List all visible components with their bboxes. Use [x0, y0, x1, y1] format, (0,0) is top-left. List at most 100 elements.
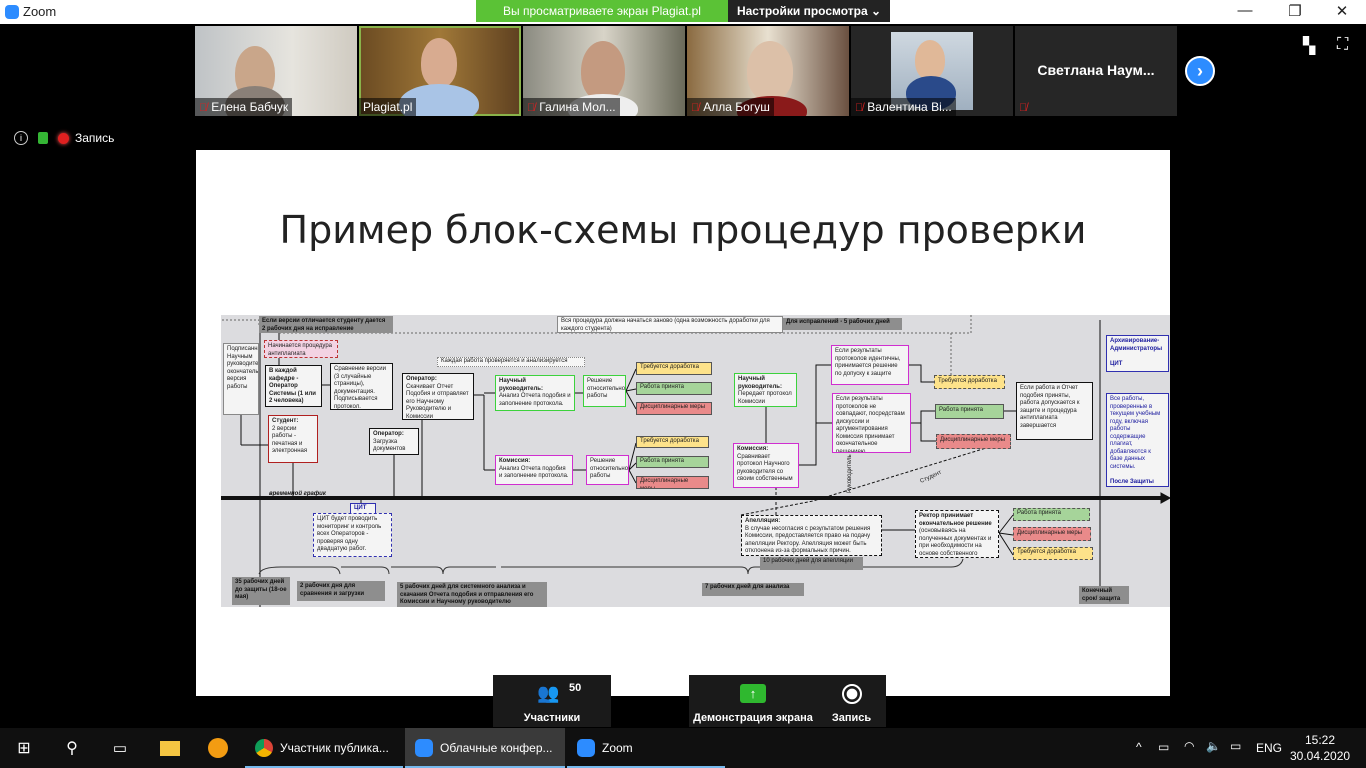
taskbar-item-label: Участник публика... [280, 741, 389, 755]
record-button[interactable]: Запись [817, 675, 886, 727]
share-screen-label: Демонстрация экрана [693, 712, 813, 724]
days-35-label: 35 рабочих дней до защиты (18-ое мая) [232, 577, 290, 605]
participant-name: 🎙̸ Елена Бабчук [195, 98, 293, 116]
days-10-label: 10 рабочих дней для апелляции [760, 557, 863, 570]
wifi-icon[interactable]: ◠ [1184, 739, 1194, 753]
each-work-note: Каждая работа проверяется и анализируетс… [437, 357, 585, 367]
chevron-right-icon: › [1197, 61, 1203, 81]
start-procedure-box: Начинается процедура антиплагиата [264, 340, 338, 358]
tray-chevron-up-icon[interactable]: ^ [1136, 740, 1142, 754]
lock-icon[interactable] [38, 132, 48, 144]
fullscreen-icon[interactable]: ⛶ [1337, 36, 1348, 54]
close-button[interactable]: ✕ [1327, 2, 1357, 20]
participant-name: 🎙̸ Валентина Ві... [851, 98, 956, 116]
video-tile[interactable]: 🎙̸ Алла Богуш [687, 26, 849, 116]
operator-upload-box: Оператор: Загрузка документов [369, 428, 419, 455]
video-tile[interactable]: 🎙̸ Елена Бабчук [195, 26, 357, 116]
task-view-button[interactable]: ▭ [96, 728, 144, 768]
record-label: Запись [831, 712, 872, 724]
muted-mic-icon: 🎙̸ [1019, 102, 1028, 114]
language-indicator[interactable]: ENG [1256, 741, 1282, 755]
file-explorer-button[interactable] [146, 728, 194, 768]
participants-icon: 👥 [537, 683, 560, 703]
notification-icon[interactable]: ▭ [1230, 739, 1241, 753]
zoom-icon [415, 739, 433, 757]
muted-mic-icon: 🎙̸ [691, 102, 700, 114]
muted-mic-icon: 🎙̸ [199, 102, 208, 114]
student-box: Студент: 2 версии работы - печатная и эле… [268, 415, 318, 463]
share-screen-button[interactable]: ↑ Демонстрация экрана [689, 675, 817, 727]
minimize-button[interactable]: — [1230, 2, 1260, 19]
window-titlebar: Zoom Вы просматриваете экран Plagiat.pl … [0, 0, 1366, 24]
taskbar-chrome[interactable]: Участник публика... [245, 728, 403, 768]
zoom-icon [577, 739, 595, 757]
zoom-logo-icon [5, 5, 19, 19]
video-tile[interactable]: 🎙̸ Валентина Ві... [851, 26, 1013, 116]
taskbar-zoom-cloud[interactable]: Облачные конфер... [405, 728, 565, 768]
search-icon: ⚲ [66, 740, 78, 757]
orange-app-icon [208, 738, 228, 758]
windows-logo-icon: ⊞ [17, 740, 31, 757]
video-tile[interactable]: Plagiat.pl [359, 26, 521, 116]
folder-icon [160, 740, 180, 756]
days-7-label: 7 рабочих дней для анализа [702, 583, 804, 596]
supervisor-vertical-label: Руководитель [847, 454, 853, 493]
needs-revision-box: Требуется доработка [1013, 547, 1093, 560]
battery-icon[interactable]: ▭ [1158, 740, 1169, 754]
start-button[interactable]: ⊞ [0, 728, 48, 768]
accepted-box: Работа принята [636, 382, 712, 395]
info-icon[interactable]: i [14, 131, 28, 145]
department-operator-box: В каждой кафедре - Оператор Системы (1 и… [265, 365, 322, 407]
restore-button[interactable]: ❐ [1280, 2, 1310, 20]
rector-box: Ректор принимает окончательное решение (о… [915, 510, 999, 558]
screen-share-banner: Вы просматриваете экран Plagiat.pl [476, 0, 728, 22]
clock-time: 15:22 [1304, 733, 1336, 747]
disciplinary-box: Дисциплинарные меры [636, 476, 709, 489]
video-tile[interactable]: 🎙̸ Галина Мол... [523, 26, 685, 116]
gallery-view-icon[interactable]: ▚ [1303, 36, 1315, 56]
app-button[interactable] [194, 728, 242, 768]
muted-mic-icon: 🎙̸ [855, 102, 864, 114]
commission-decision-box: Решение относительно работы [586, 455, 629, 485]
days-5-label: 5 рабочих дней для системного анализа и … [397, 582, 547, 607]
meeting-controls: ↑ Демонстрация экрана Запись [689, 675, 886, 727]
meeting-status: i Запись [14, 131, 114, 145]
identical-results-box: Если результаты протоколов идентичны, пр… [831, 345, 909, 385]
needs-revision-box: Требуется доработка [636, 362, 712, 375]
search-button[interactable]: ⚲ [48, 728, 96, 768]
accepted-box: Работа принята [1013, 508, 1090, 521]
recording-icon [58, 132, 69, 144]
chrome-icon [255, 739, 273, 757]
view-settings-dropdown[interactable]: Настройки просмотра ⌄ [728, 0, 890, 22]
flowchart: временной график Руководитель Студент Ес… [221, 315, 1170, 607]
participant-name: Plagiat.pl [359, 98, 417, 116]
volume-icon[interactable]: 🔈 [1206, 739, 1221, 753]
participants-button[interactable]: 👥 50 Участники [493, 675, 611, 727]
days-2-label: 2 рабочих дня для сравнения и загрузки [297, 581, 385, 601]
needs-revision-box: Требуется доработка [636, 436, 709, 448]
operator-download-box: Оператор: Скачивает Отчет Подобия и отпра… [402, 373, 474, 420]
compare-versions-box: Сравнение версии (3 случайные страницы),… [330, 363, 393, 410]
clock[interactable]: 15:22 30.04.2020 [1290, 732, 1350, 764]
database-box: Все работы, проверенные в текущем учебны… [1106, 393, 1169, 487]
fix-days-label: Для исправлений - 5 рабочих дней [783, 318, 902, 330]
share-screen-icon: ↑ [740, 684, 766, 703]
taskbar-item-label: Облачные конфер... [440, 741, 553, 755]
needs-revision-box: Требуется доработка [934, 375, 1005, 389]
accepted-box: Работа принята [636, 456, 709, 468]
archive-box: Архивирование-Администраторы ЦИТ [1106, 335, 1169, 372]
recording-label: Запись [75, 131, 115, 145]
deadline-label: Конечный срок/ защита [1079, 586, 1129, 604]
participant-name: 🎙̸ Алла Богуш [687, 98, 774, 116]
participants-label: Участники [523, 712, 581, 724]
record-icon [842, 684, 862, 704]
disciplinary-box: Дисциплинарные меры [636, 402, 712, 415]
participant-name: Светлана Наум... [1037, 62, 1155, 78]
windows-taskbar: ⊞ ⚲ ▭ Участник публика... Облачные конфе… [0, 728, 1366, 768]
video-strip: 🎙̸ Елена Бабчук Plagiat.pl 🎙̸ Галина Мол..… [195, 26, 1177, 116]
versions-differ-label: Если версии отличается студенту дается 2… [259, 316, 393, 333]
taskbar-zoom[interactable]: Zoom [567, 728, 725, 768]
video-tile[interactable]: Светлана Наум... 🎙̸ [1015, 26, 1177, 116]
task-view-icon: ▭ [112, 740, 128, 757]
next-page-button[interactable]: › [1185, 56, 1215, 86]
